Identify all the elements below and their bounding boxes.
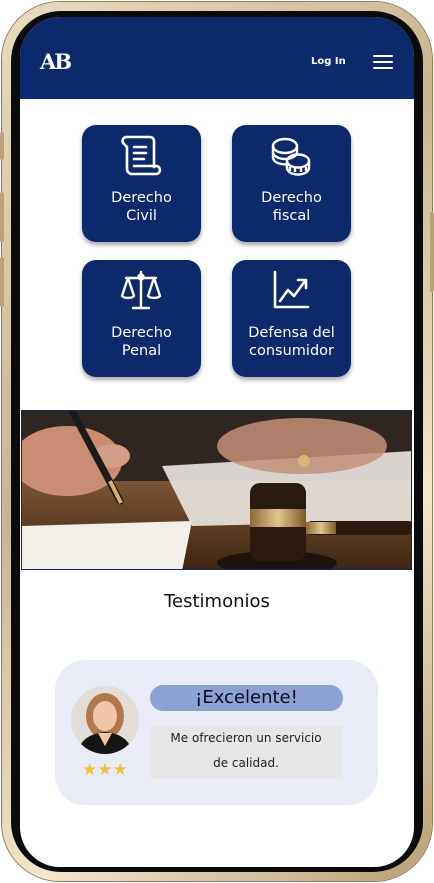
service-label-line2: consumidor — [249, 343, 334, 359]
avatar — [71, 686, 139, 754]
testimonial-headline: ¡Excelente! — [150, 685, 343, 711]
service-label: Derecho Penal — [82, 324, 201, 360]
logo[interactable]: AB — [40, 49, 72, 74]
service-card-derecho-penal[interactable]: Derecho Penal — [82, 260, 201, 377]
chart-up-icon — [273, 270, 310, 309]
service-card-derecho-civil[interactable]: Derecho Civil — [82, 125, 201, 242]
service-label: Derecho Civil — [82, 189, 201, 225]
service-label: Derecho fiscal — [232, 189, 351, 225]
service-label-line1: Defensa del — [248, 325, 335, 341]
hamburger-icon[interactable] — [373, 55, 393, 69]
gavel-photo — [22, 411, 411, 569]
quote-line2: de calidad. — [213, 756, 279, 770]
screen: AB Log In Derecho Civil Derecho fiscal D… — [20, 17, 414, 867]
top-navbar: AB Log In — [20, 17, 414, 99]
rating-stars: ★★★ — [82, 760, 128, 780]
side-button-left-2 — [0, 192, 4, 242]
avatar-photo — [71, 686, 139, 754]
side-button-left-1 — [0, 132, 4, 160]
testimonial-quote: Me ofrecieron un servicio de calidad. — [150, 726, 342, 779]
service-label-line1: Derecho — [261, 190, 322, 206]
side-button-left-3 — [0, 257, 4, 307]
service-label-line1: Derecho — [111, 190, 172, 206]
service-label-line2: fiscal — [272, 208, 311, 224]
testimonial-card: ★★★ ¡Excelente! Me ofrecieron un servici… — [55, 660, 378, 805]
quote-line1: Me ofrecieron un servicio — [170, 731, 322, 745]
testimonials-title: Testimonios — [164, 591, 270, 612]
scales-icon — [120, 270, 162, 310]
scroll-icon — [121, 135, 162, 176]
service-label-line2: Civil — [126, 208, 157, 224]
service-label: Defensa del consumidor — [232, 324, 351, 360]
service-card-derecho-fiscal[interactable]: Derecho fiscal — [232, 125, 351, 242]
login-link[interactable]: Log In — [311, 56, 346, 67]
service-card-defensa-consumidor[interactable]: Defensa del consumidor — [232, 260, 351, 377]
service-label-line1: Derecho — [111, 325, 172, 341]
hero-image — [21, 410, 412, 570]
service-label-line2: Penal — [121, 343, 162, 359]
coins-icon — [271, 137, 311, 176]
side-button-right — [430, 212, 434, 292]
